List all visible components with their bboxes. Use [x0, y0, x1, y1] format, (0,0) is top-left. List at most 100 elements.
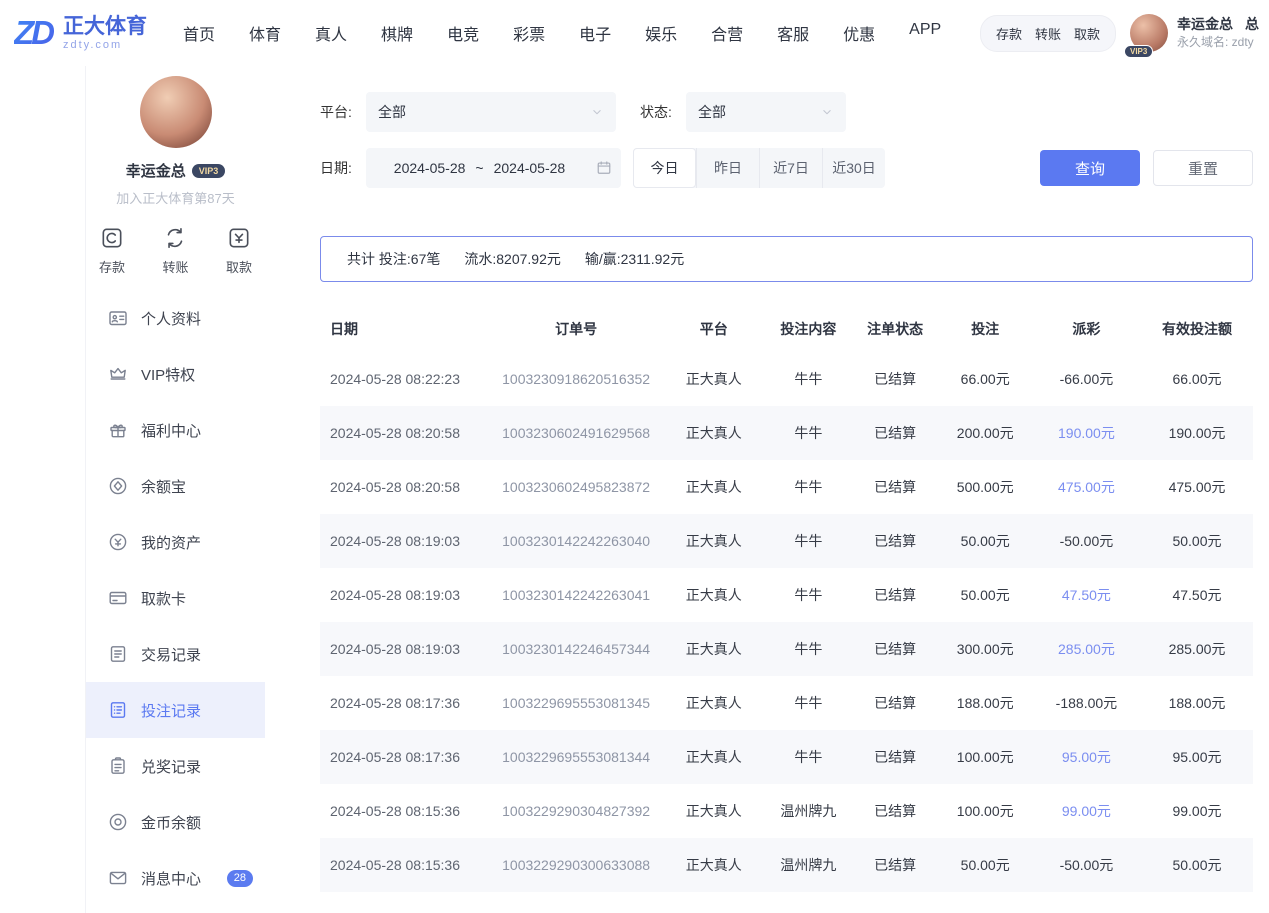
topnav-item-体育[interactable]: 体育	[249, 21, 281, 45]
sidebar-item-label: 交易记录	[141, 644, 201, 665]
sidebar-item-兑奖记录[interactable]: 兑奖记录	[86, 738, 265, 794]
topnav-item-彩票[interactable]: 彩票	[513, 21, 545, 45]
topnav-menu: 首页 体育 真人 棋牌 电竞 彩票 电子 娱乐 合营 客服 优惠 APP	[183, 21, 941, 45]
range-button-近30日[interactable]: 近30日	[822, 148, 885, 188]
cell-bet-content: 牛牛	[765, 622, 852, 676]
table-row: 2024-05-28 08:15:36 1003229290300633088 …	[320, 838, 1253, 892]
quick-action-存款[interactable]: 存款	[99, 225, 125, 276]
topnav-item-真人[interactable]: 真人	[315, 21, 347, 45]
topnav-item-棋牌[interactable]: 棋牌	[381, 21, 413, 45]
profile-name: 幸运金总	[126, 160, 186, 181]
sidebar-item-我的资产[interactable]: 我的资产	[86, 514, 265, 570]
sidebar-item-投注记录[interactable]: 投注记录	[86, 682, 265, 738]
prize-icon	[108, 756, 128, 776]
cell-date: 2024-05-28 08:19:03	[320, 568, 490, 622]
sidebar-item-意见反馈[interactable]: 意见反馈	[86, 906, 265, 913]
status-select[interactable]: 全部	[686, 92, 846, 132]
table-header-cell: 派彩	[1032, 306, 1141, 352]
cell-status: 已结算	[852, 514, 939, 568]
platform-select[interactable]: 全部	[366, 92, 616, 132]
wallet-action-转账[interactable]: 转账	[1035, 24, 1061, 43]
cell-bet-amount: 100.00元	[939, 730, 1032, 784]
profile-avatar	[140, 76, 212, 148]
cell-bet-content: 牛牛	[765, 676, 852, 730]
topnav-item-优惠[interactable]: 优惠	[843, 21, 875, 45]
cell-order-number: 1003230142246457344	[490, 622, 663, 676]
cell-valid-amount: 66.00元	[1141, 352, 1253, 406]
cell-platform: 正大真人	[662, 568, 765, 622]
table-header-cell: 注单状态	[852, 306, 939, 352]
topnav-item-APP[interactable]: APP	[909, 21, 941, 45]
sidebar-item-label: 余额宝	[141, 476, 186, 497]
summary-turnover: 流水:8207.92元	[464, 249, 561, 269]
range-button-今日[interactable]: 今日	[633, 148, 696, 188]
vip-badge: VIP3	[1124, 45, 1153, 58]
top-header: ZD 正大体育 zdty.com 首页 体育 真人 棋牌 电竞 彩票 电子 娱乐 合营 客服 优惠 A…	[0, 0, 1269, 66]
brand-name: 正大体育	[63, 15, 147, 39]
filter-row-2: 日期: 2024-05-28 ~ 2024-05-28 今日昨日近7日近30日 …	[320, 148, 1253, 188]
vip-badge: VIP3	[192, 164, 226, 178]
cell-valid-amount: 50.00元	[1141, 838, 1253, 892]
wallet-action-存款[interactable]: 存款	[996, 24, 1022, 43]
sidebar-item-label: 投注记录	[141, 700, 201, 721]
cell-date: 2024-05-28 08:15:36	[320, 838, 490, 892]
bank-card-icon	[108, 588, 128, 608]
cell-bet-content: 牛牛	[765, 568, 852, 622]
wallet-action-取款[interactable]: 取款	[1074, 24, 1100, 43]
cell-valid-amount: 190.00元	[1141, 406, 1253, 460]
cell-bet-amount: 500.00元	[939, 460, 1032, 514]
bet-records-table: 日期订单号平台投注内容注单状态投注派彩有效投注额 2024-05-28 08:2…	[320, 306, 1253, 892]
cell-bet-amount: 50.00元	[939, 838, 1032, 892]
avatar[interactable]: VIP3	[1130, 14, 1168, 52]
reset-button[interactable]: 重置	[1153, 150, 1253, 186]
quick-action-转账[interactable]: 转账	[162, 225, 188, 276]
bet-records-page: 平台: 全部 状态: 全部 日期: 2024-05-28 ~ 2024-05-2…	[290, 66, 1269, 913]
range-button-近7日[interactable]: 近7日	[759, 148, 822, 188]
cell-platform: 正大真人	[662, 352, 765, 406]
sidebar-item-交易记录[interactable]: 交易记录	[86, 626, 265, 682]
topnav-item-电竞[interactable]: 电竞	[447, 21, 479, 45]
table-row: 2024-05-28 08:19:03 1003230142242263040 …	[320, 514, 1253, 568]
cell-bet-amount: 50.00元	[939, 514, 1032, 568]
sidebar-item-label: 金币余额	[141, 812, 201, 833]
sidebar-item-福利中心[interactable]: 福利中心	[86, 402, 265, 458]
cell-date: 2024-05-28 08:17:36	[320, 730, 490, 784]
sidebar-item-余额宝[interactable]: 余额宝	[86, 458, 265, 514]
platform-label: 平台:	[320, 102, 366, 122]
user-box[interactable]: VIP3 幸运金总 总 永久域名: zdty	[1130, 14, 1259, 52]
sidebar-item-VIP特权[interactable]: VIP特权	[86, 346, 265, 402]
date-range-input[interactable]: 2024-05-28 ~ 2024-05-28	[366, 148, 621, 188]
date-label: 日期:	[320, 158, 366, 178]
topnav-item-合营[interactable]: 合营	[711, 21, 743, 45]
sidebar-item-个人资料[interactable]: 个人资料	[86, 290, 265, 346]
summary-winloss: 输/赢:2311.92元	[585, 249, 684, 269]
user-name: 幸运金总	[1177, 15, 1233, 35]
date-end: 2024-05-28	[494, 160, 566, 176]
query-button[interactable]: 查询	[1040, 150, 1140, 186]
topnav-item-客服[interactable]: 客服	[777, 21, 809, 45]
sidebar-item-消息中心[interactable]: 消息中心 28	[86, 850, 265, 906]
table-header-cell: 订单号	[490, 306, 663, 352]
quick-action-取款[interactable]: 取款	[226, 225, 252, 276]
range-button-昨日[interactable]: 昨日	[696, 148, 759, 188]
cell-date: 2024-05-28 08:20:58	[320, 460, 490, 514]
summary-bar: 共计 投注:67笔 流水:8207.92元 输/赢:2311.92元	[320, 236, 1253, 282]
chevron-down-icon	[820, 105, 834, 119]
cell-payout: 47.50元	[1032, 568, 1141, 622]
topnav-item-电子[interactable]: 电子	[579, 21, 611, 45]
cell-bet-amount: 66.00元	[939, 352, 1032, 406]
topnav-item-首页[interactable]: 首页	[183, 21, 215, 45]
topnav-item-娱乐[interactable]: 娱乐	[645, 21, 677, 45]
cell-payout: 190.00元	[1032, 406, 1141, 460]
gift-icon	[108, 420, 128, 440]
quick-range-group: 今日昨日近7日近30日	[633, 148, 885, 188]
sidebar-item-label: 个人资料	[141, 308, 201, 329]
deposit-icon	[99, 225, 125, 251]
join-days-text: 加入正大体育第87天	[86, 188, 265, 207]
sidebar-item-取款卡[interactable]: 取款卡	[86, 570, 265, 626]
chevron-down-icon	[590, 105, 604, 119]
brand[interactable]: ZD 正大体育 zdty.com	[14, 14, 147, 52]
transactions-icon	[108, 644, 128, 664]
cell-payout: -50.00元	[1032, 838, 1141, 892]
sidebar-item-金币余额[interactable]: 金币余额	[86, 794, 265, 850]
